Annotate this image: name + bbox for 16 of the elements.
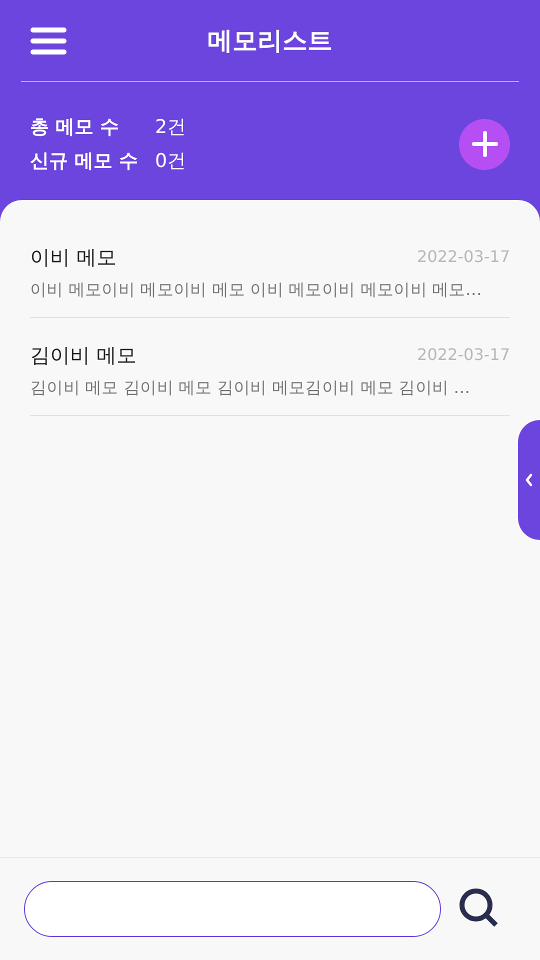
memo-preview: 이비 메모이비 메모이비 메모 이비 메모이비 메모이비 메모… bbox=[30, 280, 482, 299]
memo-title[interactable]: 김이비 메모 bbox=[30, 340, 136, 370]
plus-icon bbox=[472, 131, 498, 157]
page-title: 메모리스트 bbox=[206, 24, 334, 57]
stat-value: 0건 bbox=[155, 149, 186, 174]
memo-date: 2022-03-17 bbox=[417, 344, 510, 366]
memo-preview: 김이비 메모 김이비 메모 김이비 메모김이비 메모 김이비 … bbox=[30, 378, 470, 397]
stat-label: 신규 메모 수 bbox=[30, 149, 140, 174]
stat-value: 2건 bbox=[155, 115, 186, 140]
stat-label: 총 메모 수 bbox=[30, 115, 120, 140]
memo-title[interactable]: 이비 메모 bbox=[30, 242, 116, 272]
chevron-left-icon bbox=[524, 473, 534, 487]
side-tab[interactable] bbox=[518, 420, 540, 540]
memo-date: 2022-03-17 bbox=[417, 246, 510, 268]
menu-button[interactable] bbox=[30, 26, 67, 56]
add-button[interactable] bbox=[459, 118, 510, 170]
